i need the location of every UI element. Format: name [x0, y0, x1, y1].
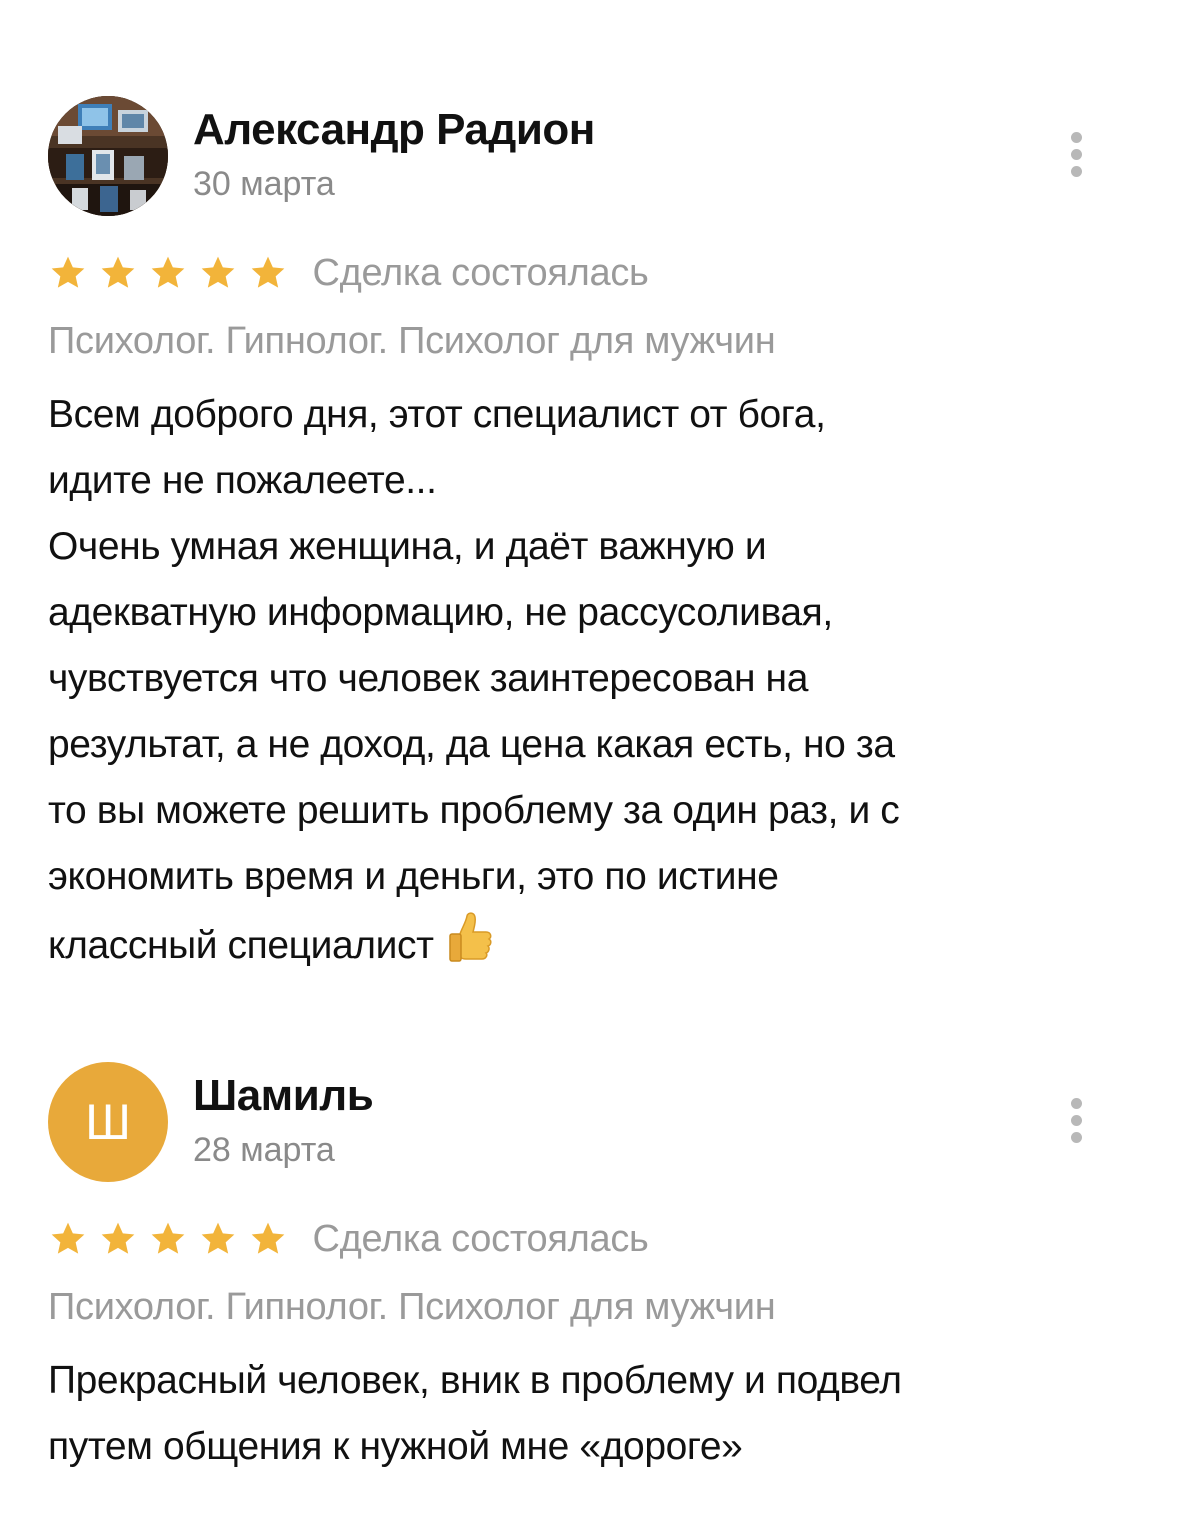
service-category: Психолог. Гипнолог. Психолог для мужчин — [48, 320, 776, 362]
star-icon — [151, 1222, 185, 1254]
rating-row: Сделка состоялась — [48, 1214, 1138, 1270]
thumbs-up-icon — [444, 910, 496, 966]
review-header: Ш Шамиль 28 марта — [48, 1062, 1138, 1184]
author-name[interactable]: Александр Радион — [193, 102, 595, 158]
deal-status: Сделка состоялась — [312, 252, 649, 294]
star-icon — [101, 256, 135, 288]
service-category: Психолог. Гипнолог. Психолог для мужчин — [48, 1286, 776, 1328]
star-icon — [251, 1222, 285, 1254]
star-icon — [51, 1222, 85, 1254]
star-rating — [48, 253, 298, 293]
star-icon — [51, 256, 85, 288]
review-header: Александр Радион 30 марта — [48, 96, 1138, 218]
star-icon — [151, 256, 185, 288]
star-icon — [101, 1222, 135, 1254]
avatar-letter: Ш — [85, 1094, 131, 1150]
rating-row: Сделка состоялась — [48, 248, 1138, 304]
avatar[interactable] — [48, 96, 168, 216]
avatar[interactable]: Ш — [48, 1062, 168, 1182]
more-options-icon[interactable] — [1066, 1098, 1086, 1148]
review-text: Прекрасный человек, вник в проблему и по… — [48, 1359, 902, 1468]
star-icon — [201, 1222, 235, 1254]
deal-status: Сделка состоялась — [312, 1218, 649, 1260]
more-options-icon[interactable] — [1066, 132, 1086, 182]
review-card: Александр Радион 30 марта Сделка состоял… — [48, 96, 1138, 979]
review-date: 30 марта — [193, 165, 335, 203]
review-text: Всем доброго дня, этот специалист от бог… — [48, 382, 1138, 979]
avatar-photo-image — [48, 96, 168, 216]
review-card: Ш Шамиль 28 марта Сделка состоялась Псих… — [48, 1062, 1138, 1480]
author-name[interactable]: Шамиль — [193, 1068, 374, 1124]
review-date: 28 марта — [193, 1131, 335, 1169]
star-icon — [251, 256, 285, 288]
star-rating — [48, 1219, 298, 1259]
review-body: Всем доброго дня, этот специалист от бог… — [48, 382, 1138, 979]
star-icon — [201, 256, 235, 288]
review-text-content: Всем доброго дня, этот специалист от бог… — [48, 393, 900, 967]
